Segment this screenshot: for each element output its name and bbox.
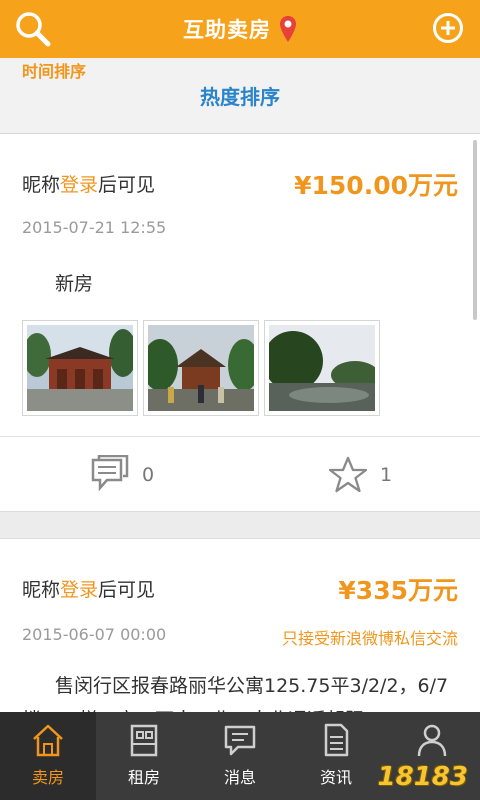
nickname-suffix: 后可见 [98,174,156,196]
price: ¥335万元 [338,576,458,605]
add-button[interactable] [432,12,464,44]
nickname: 昵称登录后可见 [22,170,155,197]
post-time: 2015-06-07 00:00 [22,625,167,644]
sort-tabs: 时间排序 热度排序 [0,58,480,134]
home-icon [33,724,63,757]
nav-label: 资讯 [319,768,352,787]
post-time: 2015-07-21 12:55 [22,218,167,237]
photo-thumbnail[interactable] [264,320,380,416]
search-icon [16,12,51,47]
price: ¥150.00万元 [294,171,458,200]
nav-sell[interactable]: 卖房 [0,712,96,800]
post-feed[interactable]: 昵称登录后可见 ¥150.00万元 2015-07-21 12:55 新房 0 … [0,134,480,712]
chat-icon [224,725,256,756]
search-button[interactable] [14,10,52,48]
watermark-logo: 18183 [378,762,468,792]
card-separator [0,512,480,538]
nickname: 昵称登录后可见 [22,575,155,602]
add-circle-icon [433,13,463,43]
contact-note: 只接受新浪微博私信交流 [281,629,458,648]
post-card[interactable]: 昵称登录后可见 ¥335万元 2015-06-07 00:00 只接受新浪微博私… [0,538,480,712]
photo-thumbnail[interactable] [143,320,259,416]
comment-button[interactable]: 0 [90,455,154,495]
like-button[interactable]: 1 [328,455,392,495]
comment-icon [91,455,129,492]
nav-messages[interactable]: 消息 [192,712,288,800]
nickname-prefix: 昵称 [22,174,61,196]
top-bar: 互助卖房 [0,0,480,58]
scrollbar[interactable] [473,140,477,320]
login-link[interactable]: 登录 [60,174,98,196]
page-title: 互助卖房 [183,18,271,42]
post-actions: 0 1 [0,436,480,512]
photo-strip [22,320,385,416]
nav-label: 租房 [127,768,160,787]
nav-rent[interactable]: 租房 [96,712,192,800]
avatar-icon [417,724,447,757]
building-icon [130,724,158,757]
tab-time-sort[interactable]: 时间排序 [22,58,86,82]
login-link[interactable]: 登录 [60,579,98,601]
comment-count: 0 [142,464,155,486]
star-icon [328,456,368,493]
like-count: 1 [380,464,393,486]
photo-thumbnail[interactable] [22,320,138,416]
watermark-text: 18183 [377,762,468,792]
post-description: 售闵行区报春路丽华公寓125.75平3/2/2，6/7楼，一梯一户，两南一北，南… [22,675,449,712]
nav-label: 卖房 [31,768,64,787]
post-card[interactable]: 昵称登录后可见 ¥150.00万元 2015-07-21 12:55 新房 0 … [0,134,480,512]
location-pin-icon[interactable] [279,15,297,43]
nickname-suffix: 后可见 [98,579,156,601]
nav-label: 消息 [223,768,256,787]
document-icon [324,723,349,757]
post-description: 新房 [55,273,94,295]
nav-news[interactable]: 资讯 [288,712,384,800]
nickname-prefix: 昵称 [22,579,61,601]
